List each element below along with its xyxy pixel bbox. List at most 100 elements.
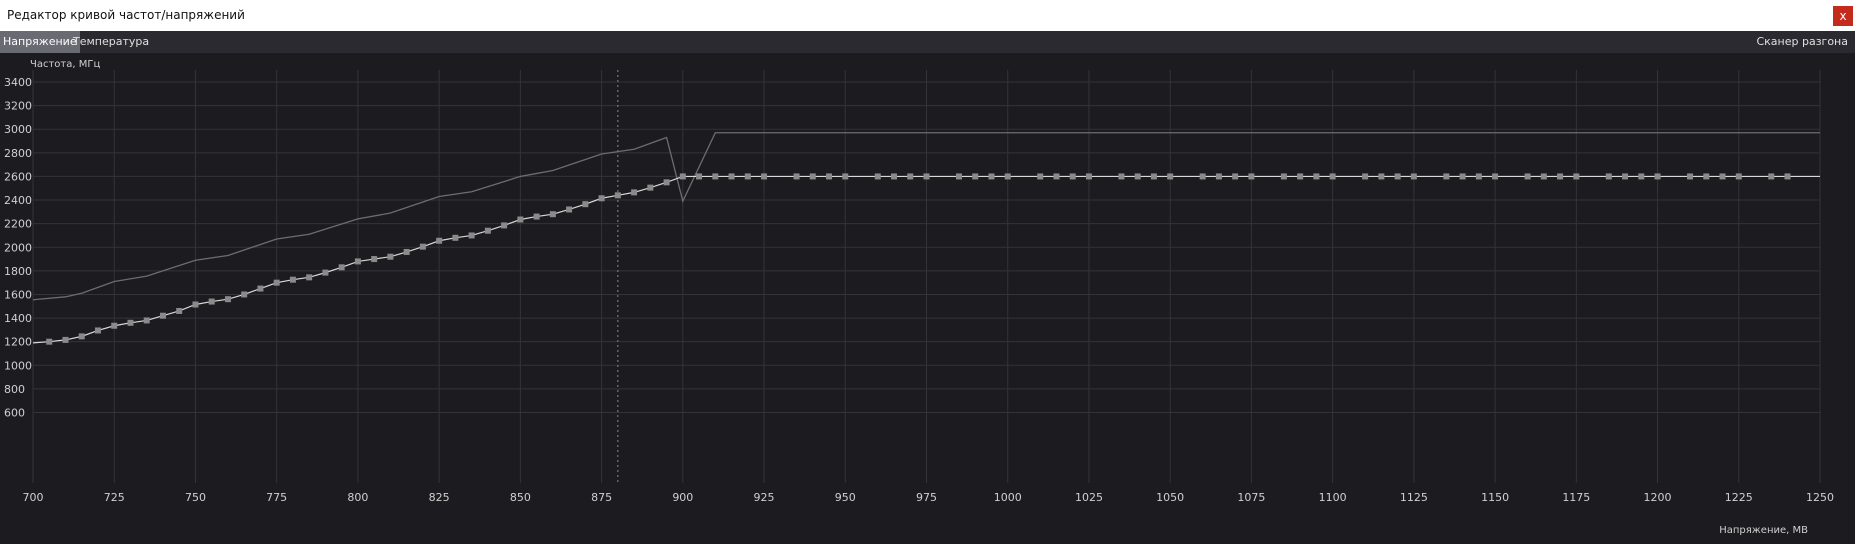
curve-point-marker <box>1784 173 1791 180</box>
x-tick-label: 900 <box>672 491 693 504</box>
y-tick-label: 800 <box>4 383 25 396</box>
curve-point-marker <box>1329 173 1336 180</box>
y-axis-label: Частота, МГц <box>30 59 100 70</box>
curve-point-marker <box>192 301 199 308</box>
x-tick-label: 1100 <box>1319 491 1347 504</box>
curve-point-marker <box>972 173 979 180</box>
x-tick-label: 1125 <box>1400 491 1428 504</box>
curve-point-marker <box>46 338 53 345</box>
curve-point-marker <box>484 227 491 234</box>
curve-point-marker <box>874 173 881 180</box>
curve-point-marker <box>549 211 556 218</box>
curve-point-marker <box>761 173 768 180</box>
curve-point-marker <box>62 336 69 343</box>
curve-point-marker <box>111 322 118 329</box>
y-tick-label: 2800 <box>4 147 32 160</box>
curve-point-marker <box>907 173 914 180</box>
curve-point-marker <box>598 195 605 202</box>
vf-curve-chart[interactable]: Частота, МГц Напряжение, МВ 700 725 750 775… <box>0 53 1855 540</box>
curve-point-marker <box>696 173 703 180</box>
title-bar: Редактор кривой частот/напряжений x <box>0 0 1855 32</box>
x-tick-label: 875 <box>591 491 612 504</box>
curve-point-marker <box>1232 173 1239 180</box>
curve-point-marker <box>403 248 410 255</box>
curve-point-marker <box>826 173 833 180</box>
curve-point-marker <box>1085 173 1092 180</box>
curve-point-marker <box>1735 173 1742 180</box>
x-tick-label: 700 <box>23 491 44 504</box>
curve-point-marker <box>1605 173 1612 180</box>
curve-point-marker <box>159 312 166 319</box>
curve-point-marker <box>517 216 524 223</box>
tab-voltage[interactable]: Напряжение <box>0 31 80 53</box>
curve-point-marker <box>273 279 280 286</box>
x-tick-label: 1075 <box>1237 491 1265 504</box>
tab-bar: Напряжение Температура Сканер разгона <box>0 31 1855 53</box>
curve-point-marker <box>322 269 329 276</box>
curve-point-marker <box>354 258 361 265</box>
curve-point-marker <box>1540 173 1547 180</box>
x-tick-label: 775 <box>266 491 287 504</box>
curve-point-marker <box>371 256 378 263</box>
curve-point-marker <box>1280 173 1287 180</box>
y-tick-label: 3000 <box>4 123 32 136</box>
curve-point-marker <box>1719 173 1726 180</box>
curve-point-marker <box>306 274 313 281</box>
curve-point-marker <box>1475 173 1482 180</box>
curve-point-marker <box>419 243 426 250</box>
curve-point-marker <box>1638 173 1645 180</box>
curve-point-marker <box>533 213 540 220</box>
y-tick-label: 3200 <box>4 100 32 113</box>
curve-point-marker <box>1037 173 1044 180</box>
y-tick-label: 600 <box>4 407 25 420</box>
curve-point-marker <box>1150 173 1157 180</box>
curve-point-marker <box>241 291 248 298</box>
curve-point-marker <box>257 285 264 292</box>
curve-point-marker <box>1199 173 1206 180</box>
curve-point-marker <box>712 173 719 180</box>
curve-point-marker <box>988 173 995 180</box>
curve-point-marker <box>1215 173 1222 180</box>
curve-point-marker <box>1703 173 1710 180</box>
curve-point-marker <box>679 173 686 180</box>
curve-point-marker <box>728 173 735 180</box>
close-button[interactable]: x <box>1833 6 1853 26</box>
curve-point-marker <box>1378 173 1385 180</box>
curve-point-marker <box>1069 173 1076 180</box>
x-tick-label: 1025 <box>1075 491 1103 504</box>
curve-point-marker <box>1313 173 1320 180</box>
chart-svg[interactable]: Частота, МГц Напряжение, МВ 700 725 750 775… <box>0 53 1855 540</box>
x-tick-label: 1150 <box>1481 491 1509 504</box>
curve-point-marker <box>1394 173 1401 180</box>
x-tick-label: 725 <box>104 491 125 504</box>
y-tick-label: 1600 <box>4 288 32 301</box>
y-tick-label: 3400 <box>4 76 32 89</box>
curve-point-marker <box>1248 173 1255 180</box>
oc-scanner-link[interactable]: Сканер разгона <box>1753 31 1851 53</box>
curve-point-marker <box>1297 173 1304 180</box>
curve-point-marker <box>1622 173 1629 180</box>
curve-point-marker <box>1687 173 1694 180</box>
x-tick-label: 1200 <box>1644 491 1672 504</box>
curve-point-marker <box>566 206 573 213</box>
curve-point-marker <box>891 173 898 180</box>
curve-point-marker <box>127 319 134 326</box>
tab-temperature[interactable]: Температура <box>70 31 152 53</box>
curve-point-marker <box>468 232 475 239</box>
y-tick-label: 2600 <box>4 170 32 183</box>
curve-point-marker <box>1004 173 1011 180</box>
curve-point-marker <box>631 189 638 196</box>
curve-point-marker <box>224 296 231 303</box>
curve-point-marker <box>582 201 589 208</box>
curve-point-marker <box>501 222 508 229</box>
curve-point-marker <box>744 173 751 180</box>
window-title: Редактор кривой частот/напряжений <box>7 8 245 22</box>
curve-point-marker <box>143 317 150 324</box>
x-tick-label: 1250 <box>1806 491 1834 504</box>
curve-point-marker <box>614 192 621 199</box>
x-tick-label: 1225 <box>1725 491 1753 504</box>
x-tick-label: 975 <box>916 491 937 504</box>
curve-point-marker <box>289 276 296 283</box>
curve-point-marker <box>1410 173 1417 180</box>
curve-point-marker <box>1118 173 1125 180</box>
